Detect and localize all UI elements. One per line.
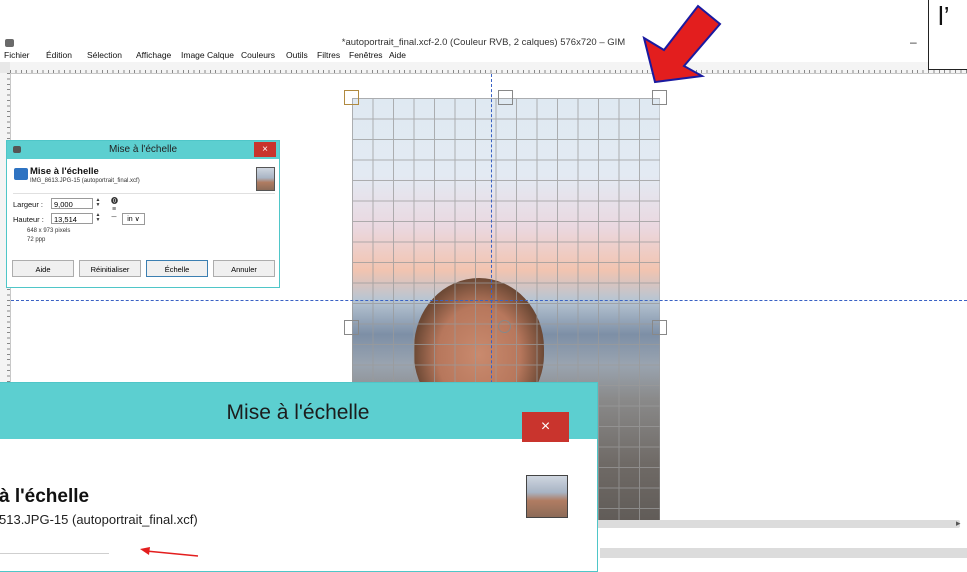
zoomed-image-thumbnail [526,475,568,518]
annotation-box-text: l’ [938,1,950,31]
menu-calque[interactable]: Calque [207,50,234,60]
red-pointer-annotation [140,547,199,557]
scale-handle-top-left[interactable] [344,90,359,105]
menu-filtres[interactable]: Filtres [317,50,340,60]
zoomed-dialog-title: Mise à l'échelle [226,401,370,424]
height-label: Hauteur : [13,215,44,224]
annotation-box: l’ [928,0,967,70]
minimize-button[interactable]: – [910,35,917,49]
menu-aide[interactable]: Aide [389,50,406,60]
zoomed-dialog-subheading: 513.JPG-15 (autoportrait_final.xcf) [0,512,198,527]
close-button[interactable]: × [254,142,276,157]
menu-fichier[interactable]: Fichier [4,50,30,60]
scale-handle-center[interactable] [498,320,511,333]
dialog-heading: Mise à l'échelle [30,166,99,177]
scale-handle-middle-left[interactable] [344,320,359,335]
resolution-info: 72 ppp [27,237,46,243]
zoomed-close-button[interactable]: × [522,412,569,442]
scale-handle-top-center[interactable] [498,90,513,105]
divider [13,193,275,194]
horizontal-ruler[interactable] [10,62,967,74]
pixels-info: 648 x 973 pixels [27,228,71,234]
scale-dialog-titlebar[interactable]: Mise à l'échelle × [7,141,279,159]
width-field[interactable]: 9,000 [51,198,93,209]
scale-dialog: Mise à l'échelle × Mise à l'échelle IMG_… [6,140,280,288]
menu-couleurs[interactable]: Couleurs [241,50,275,60]
zoomed-divider [0,553,109,554]
scale-handle-middle-right[interactable] [652,320,667,335]
image-thumbnail [256,167,275,191]
menu-image[interactable]: Image [181,50,205,60]
dialog-subheading: IMG_8613.JPG-15 (autoportrait_final.xcf) [30,178,140,184]
menubar: Fichier Édition Sélection Affichage Imag… [0,50,967,62]
unit-select[interactable]: in ∨ [122,213,145,225]
width-label: Largeur : [13,200,44,209]
menu-outils[interactable]: Outils [286,50,308,60]
zoomed-scale-dialog: Mise à l'échelle × à l'échelle 513.JPG-1… [0,382,598,572]
menu-selection[interactable]: Sélection [87,50,122,60]
chain-link-icon[interactable]: ⓿ ≡ ─ [111,198,118,222]
window-titlebar: *autoportrait_final.xcf-2.0 (Couleur RVB… [0,35,967,50]
menu-fenetres[interactable]: Fenêtres [349,50,383,60]
help-button[interactable]: Aide [12,260,74,277]
red-arrow-annotation [642,4,722,84]
status-strip [600,548,967,558]
width-spinner-icon[interactable]: ▲ ▼ [95,198,101,209]
menu-edition[interactable]: Édition [46,50,72,60]
scale-button[interactable]: Échelle [146,260,208,277]
zoomed-dialog-titlebar: Mise à l'échelle [0,383,597,439]
height-spinner-icon[interactable]: ▲ ▼ [95,213,101,224]
height-field[interactable]: 13,514 [51,213,93,224]
horizontal-guide[interactable] [11,300,967,301]
scroll-right-icon[interactable]: ▸ [956,518,961,529]
scale-dialog-title: Mise à l'échelle [108,144,178,155]
scale-handle-top-right[interactable] [652,90,667,105]
window-title: *autoportrait_final.xcf-2.0 (Couleur RVB… [341,37,626,48]
zoomed-dialog-heading: à l'échelle [0,486,90,507]
cancel-button[interactable]: Annuler [213,260,275,277]
menu-affichage[interactable]: Affichage [136,50,171,60]
reset-button[interactable]: Réinitialiser [79,260,141,277]
scale-icon [14,168,28,180]
